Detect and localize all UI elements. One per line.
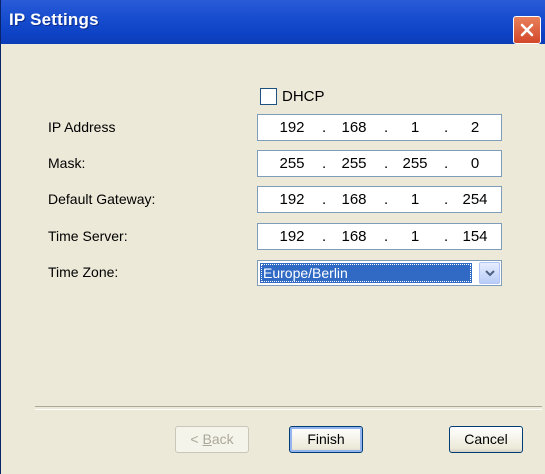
back-button[interactable]: < Back [175, 426, 249, 453]
time-server-octet-2[interactable]: 168 [336, 228, 372, 245]
back-prefix: < [190, 431, 203, 447]
time-server-octet-4[interactable]: 154 [457, 228, 493, 245]
chevron-down-icon [485, 270, 495, 277]
ip-dot: . [384, 155, 389, 172]
dhcp-label[interactable]: DHCP [282, 88, 325, 105]
time-server-octet-3[interactable]: 1 [397, 228, 433, 245]
ip-dot: . [322, 228, 327, 245]
ip-octet-1[interactable]: 192 [274, 119, 310, 136]
gateway-field[interactable]: 192 . 168 . 1 . 254 [257, 186, 502, 213]
time-server-label: Time Server: [48, 228, 128, 244]
window-title: IP Settings [9, 10, 99, 29]
gateway-label: Default Gateway: [48, 191, 156, 207]
time-zone-select[interactable]: Europe/Berlin [257, 260, 502, 286]
dhcp-checkbox[interactable] [260, 88, 277, 105]
mask-octet-4[interactable]: 0 [457, 155, 493, 172]
ip-dot: . [444, 228, 449, 245]
ip-dot: . [322, 119, 327, 136]
dialog-body: DHCP IP Address 192 . 168 . 1 . 2 Mask: … [1, 44, 545, 474]
time-server-field[interactable]: 192 . 168 . 1 . 154 [257, 223, 502, 250]
mask-field[interactable]: 255 . 255 . 255 . 0 [257, 150, 502, 177]
gateway-octet-2[interactable]: 168 [336, 191, 372, 208]
time-zone-dropdown-button[interactable] [479, 262, 500, 284]
gateway-octet-3[interactable]: 1 [397, 191, 433, 208]
close-button[interactable] [513, 16, 541, 44]
title-bar[interactable]: IP Settings [1, 0, 545, 44]
mask-octet-3[interactable]: 255 [397, 155, 433, 172]
cancel-button[interactable]: Cancel [449, 426, 523, 453]
close-icon [520, 23, 534, 37]
ip-dot: . [322, 191, 327, 208]
mask-octet-1[interactable]: 255 [274, 155, 310, 172]
ip-dot: . [444, 191, 449, 208]
ip-dot: . [384, 228, 389, 245]
mask-label: Mask: [48, 155, 86, 171]
time-zone-label: Time Zone: [48, 264, 119, 280]
back-accelerator: B [202, 431, 212, 447]
finish-button[interactable]: Finish [289, 426, 363, 453]
ip-address-field[interactable]: 192 . 168 . 1 . 2 [257, 114, 502, 141]
ip-octet-3[interactable]: 1 [397, 119, 433, 136]
mask-octet-2[interactable]: 255 [336, 155, 372, 172]
separator [35, 406, 542, 410]
gateway-octet-1[interactable]: 192 [274, 191, 310, 208]
ip-dot: . [444, 119, 449, 136]
ip-address-label: IP Address [48, 119, 116, 135]
time-zone-value[interactable]: Europe/Berlin [260, 263, 472, 283]
ip-octet-4[interactable]: 2 [457, 119, 493, 136]
ip-dot: . [444, 155, 449, 172]
ip-settings-window: IP Settings DHCP IP Address 192 . 168 . … [0, 0, 545, 474]
ip-dot: . [322, 155, 327, 172]
ip-octet-2[interactable]: 168 [336, 119, 372, 136]
ip-dot: . [384, 191, 389, 208]
time-server-octet-1[interactable]: 192 [274, 228, 310, 245]
back-label-rest: ack [211, 431, 234, 447]
ip-dot: . [384, 119, 389, 136]
gateway-octet-4[interactable]: 254 [457, 191, 493, 208]
